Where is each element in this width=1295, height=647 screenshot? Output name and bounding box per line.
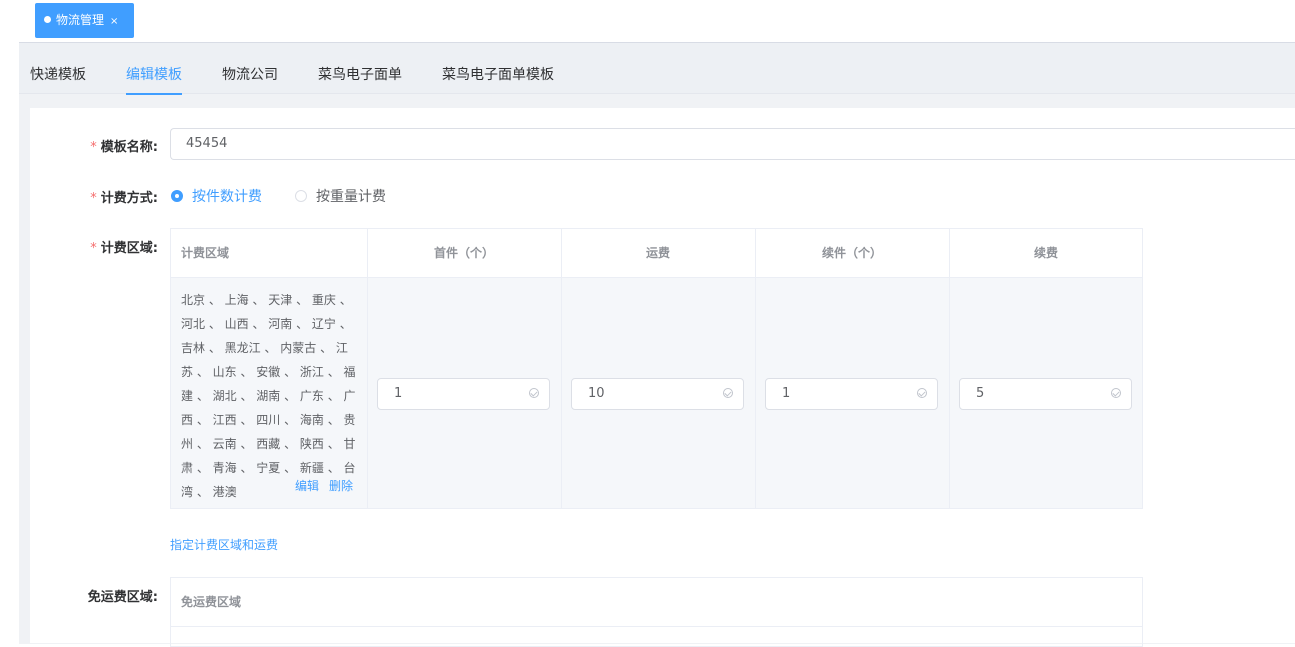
close-icon[interactable]: × [110, 16, 118, 27]
tag-logistics[interactable]: 物流管理 × [35, 3, 134, 38]
template-name-input[interactable]: 45454 [170, 128, 1295, 160]
header-fee: 运费 [645, 246, 670, 260]
billing-area-table: 计费区域 首件（个） 运费 续件（个） 续费 北京 、 上海 、 天津 、 重庆… [170, 228, 1143, 509]
template-name-label: * 模板名称: [90, 140, 158, 155]
edit-link[interactable]: 编辑 [295, 479, 319, 493]
tab-express-template[interactable]: 快递模板 [30, 64, 86, 84]
header-area: 计费区域 [181, 246, 230, 260]
radio-by-piece[interactable]: 按件数计费 [171, 186, 262, 206]
billing-area-label: * 计费区域: [90, 241, 158, 256]
tag-label: 物流管理 [56, 13, 105, 27]
billing-method-label: * 计费方式: [90, 191, 158, 206]
header-free-area: 免运费区域 [181, 595, 242, 609]
header-divider [171, 626, 1142, 627]
header-next-piece: 续件（个） [821, 246, 882, 260]
tab-bar: 快递模板 编辑模板 物流公司 菜鸟电子面单 菜鸟电子面单模板 [19, 43, 1295, 95]
table-row: 北京 、 上海 、 天津 、 重庆 、 河北 、 山西 、 河南 、 辽宁 、 … [171, 278, 1142, 508]
radio-unchecked-icon [295, 190, 307, 202]
column-divider [755, 229, 756, 508]
check-circle-icon [723, 388, 733, 398]
add-billing-area-link[interactable]: 指定计费区域和运费 [170, 536, 278, 553]
table-header: 计费区域 首件（个） 运费 续件（个） 续费 [171, 229, 1142, 278]
header-first-piece: 首件（个） [433, 246, 494, 260]
header-next-fee: 续费 [1033, 246, 1058, 260]
region-list: 北京 、 上海 、 天津 、 重庆 、 河北 、 山西 、 河南 、 辽宁 、 … [181, 293, 356, 499]
column-divider [949, 229, 950, 508]
delete-link[interactable]: 删除 [329, 479, 353, 493]
check-circle-icon [917, 388, 927, 398]
tags-view: 物流管理 × [0, 0, 1295, 43]
check-circle-icon [1111, 388, 1121, 398]
check-circle-icon [529, 388, 539, 398]
first-piece-input[interactable]: 1 [377, 378, 550, 410]
tab-cainiao-waybill[interactable]: 菜鸟电子面单 [318, 64, 402, 84]
tab-edit-template[interactable]: 编辑模板 [126, 64, 182, 95]
active-dot-icon [44, 16, 51, 23]
column-divider [561, 229, 562, 508]
free-area-label: 免运费区域: [87, 590, 158, 605]
radio-checked-icon [171, 190, 183, 202]
next-fee-input[interactable]: 5 [959, 378, 1132, 410]
column-divider [367, 229, 368, 508]
tab-logistics-company[interactable]: 物流公司 [222, 64, 278, 84]
free-area-table: 免运费区域 [170, 577, 1143, 647]
tab-cainiao-waybill-template[interactable]: 菜鸟电子面单模板 [442, 64, 554, 84]
row-actions: 编辑 删除 [295, 477, 363, 494]
next-piece-input[interactable]: 1 [765, 378, 938, 410]
radio-by-weight[interactable]: 按重量计费 [295, 186, 386, 206]
fee-input[interactable]: 10 [571, 378, 744, 410]
